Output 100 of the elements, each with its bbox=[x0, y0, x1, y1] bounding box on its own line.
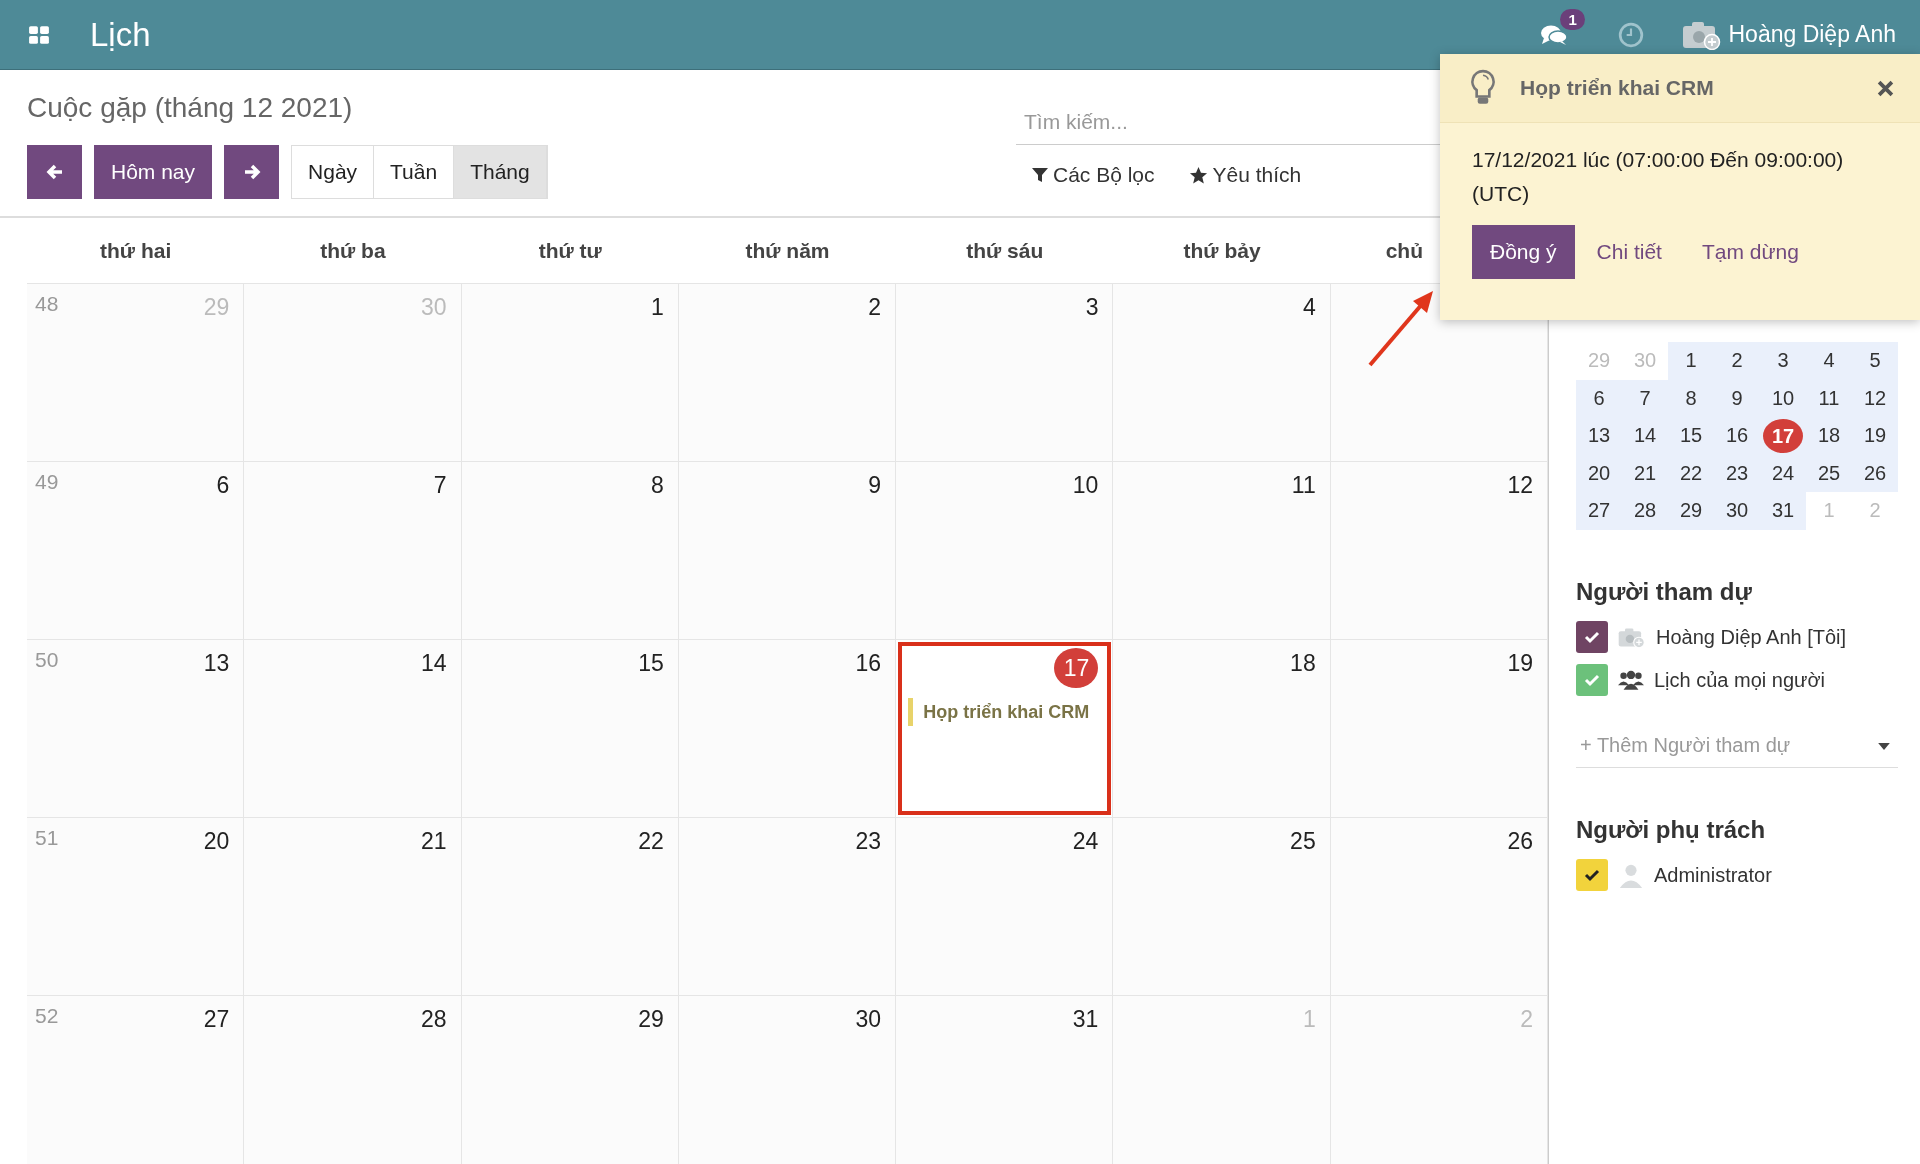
day-cell[interactable]: 1 bbox=[461, 284, 679, 461]
checkbox[interactable] bbox=[1576, 621, 1608, 653]
accept-button[interactable]: Đồng ý bbox=[1472, 225, 1575, 279]
week-number: 48 bbox=[35, 292, 59, 316]
mini-calendar-day[interactable]: 13 bbox=[1576, 417, 1622, 455]
camera-avatar-icon bbox=[1618, 626, 1646, 648]
mini-calendar-day[interactable]: 2 bbox=[1714, 342, 1760, 380]
day-cell[interactable]: 7 bbox=[244, 462, 462, 639]
day-number: 14 bbox=[420, 649, 447, 678]
add-attendee-field[interactable]: + Thêm Người tham dự bbox=[1576, 723, 1898, 768]
mini-calendar-day[interactable]: 15 bbox=[1668, 417, 1714, 455]
mini-calendar-day[interactable]: 11 bbox=[1806, 379, 1852, 417]
day-cell[interactable]: 8 bbox=[461, 462, 679, 639]
mini-calendar-day[interactable]: 20 bbox=[1576, 454, 1622, 492]
day-number: 23 bbox=[855, 827, 882, 856]
camera-avatar-icon[interactable] bbox=[1682, 19, 1723, 50]
day-number: 2 bbox=[868, 293, 882, 322]
checkbox[interactable] bbox=[1576, 664, 1608, 696]
checkbox[interactable] bbox=[1576, 859, 1608, 891]
mini-calendar-day[interactable]: 27 bbox=[1576, 492, 1622, 530]
mini-calendar-day[interactable]: 5 bbox=[1852, 342, 1898, 380]
day-number: 27 bbox=[203, 1005, 230, 1034]
day-cell[interactable]: 12 bbox=[1330, 462, 1548, 639]
mini-calendar-day[interactable]: 24 bbox=[1760, 454, 1806, 492]
funnel-icon bbox=[1032, 167, 1048, 183]
mini-calendar-day[interactable]: 29 bbox=[1668, 492, 1714, 530]
link-button[interactable]: Chi tiết bbox=[1578, 225, 1680, 279]
mini-calendar-day[interactable]: 19 bbox=[1852, 417, 1898, 455]
mini-calendar-day[interactable]: 23 bbox=[1714, 454, 1760, 492]
filter-menu-button[interactable]: Yêu thích bbox=[1188, 159, 1302, 191]
day-cell[interactable]: 22 bbox=[461, 818, 679, 995]
mini-calendar-day[interactable]: 17 bbox=[1760, 417, 1806, 455]
mini-calendar-day[interactable]: 9 bbox=[1714, 379, 1760, 417]
mini-calendar-day[interactable]: 30 bbox=[1714, 492, 1760, 530]
day-cell[interactable]: 31 bbox=[896, 996, 1114, 1164]
day-number: 2 bbox=[1520, 1005, 1533, 1034]
caret-icon bbox=[1878, 742, 1890, 750]
day-cell[interactable]: 26 bbox=[1330, 818, 1548, 995]
mini-calendar-day[interactable]: 18 bbox=[1806, 417, 1852, 455]
day-cell[interactable]: 30 bbox=[678, 996, 897, 1164]
day-number: 13 bbox=[203, 649, 230, 678]
mini-calendar-day[interactable]: 10 bbox=[1760, 379, 1806, 417]
mini-calendar-day[interactable]: 14 bbox=[1622, 417, 1668, 455]
day-number: 21 bbox=[420, 827, 447, 856]
day-cell[interactable]: 10 bbox=[896, 462, 1114, 639]
day-cell[interactable]: 49 6 bbox=[27, 462, 245, 639]
mini-calendar-day[interactable]: 28 bbox=[1622, 492, 1668, 530]
week-number: 49 bbox=[35, 470, 59, 494]
day-cell[interactable]: 24 bbox=[896, 818, 1114, 995]
day-cell[interactable]: 23 bbox=[678, 818, 897, 995]
mini-calendar-day[interactable]: 6 bbox=[1576, 379, 1622, 417]
link-button[interactable]: Tạm dừng bbox=[1683, 225, 1817, 279]
apps-menu-icon[interactable] bbox=[28, 23, 50, 46]
close-icon[interactable] bbox=[1877, 79, 1894, 97]
day-number: 29 bbox=[203, 293, 230, 322]
week-number: 51 bbox=[35, 826, 59, 850]
day-cell[interactable]: 25 bbox=[1113, 818, 1331, 995]
day-cell[interactable]: 4 bbox=[1113, 284, 1331, 461]
mini-calendar-day[interactable]: 25 bbox=[1806, 454, 1852, 492]
day-cell[interactable]: 50 13 bbox=[27, 640, 245, 817]
weekday-header: thứ tư bbox=[538, 238, 602, 262]
mini-calendar-day[interactable]: 12 bbox=[1852, 379, 1898, 417]
mini-calendar-day[interactable]: 22 bbox=[1668, 454, 1714, 492]
day-cell[interactable]: 16 bbox=[678, 640, 897, 817]
previous-button[interactable] bbox=[27, 145, 82, 199]
mini-calendar-day[interactable]: 3 bbox=[1760, 342, 1806, 380]
mini-calendar-day[interactable]: 26 bbox=[1852, 454, 1898, 492]
day-cell[interactable]: 29 bbox=[461, 996, 679, 1164]
mini-calendar-day[interactable]: 8 bbox=[1668, 379, 1714, 417]
day-cell[interactable]: 19 bbox=[1330, 640, 1548, 817]
page-title: Cuộc gặp (tháng 12 2021) bbox=[27, 92, 354, 124]
user-name[interactable]: Hoàng Diệp Anh bbox=[1728, 21, 1896, 48]
day-cell[interactable]: 18 bbox=[1113, 640, 1331, 817]
day-cell[interactable]: 14 bbox=[244, 640, 462, 817]
mini-calendar-day[interactable]: 21 bbox=[1622, 454, 1668, 492]
mini-calendar-day[interactable]: 7 bbox=[1622, 379, 1668, 417]
next-button[interactable] bbox=[224, 145, 280, 199]
filter-label: Hoàng Diệp Anh [Tôi] bbox=[1656, 625, 1847, 649]
day-cell[interactable]: 51 20 bbox=[27, 818, 245, 995]
day-cell[interactable]: 21 bbox=[244, 818, 462, 995]
day-cell[interactable]: 11 bbox=[1113, 462, 1331, 639]
mini-calendar-day[interactable]: 4 bbox=[1806, 342, 1852, 380]
day-cell[interactable]: 52 27 bbox=[27, 996, 245, 1164]
day-cell[interactable]: 3 bbox=[896, 284, 1114, 461]
day-number: 26 bbox=[1507, 827, 1533, 856]
day-cell[interactable]: 17 Họp triển khai CRM bbox=[896, 640, 1114, 817]
day-number: 22 bbox=[638, 827, 664, 856]
day-cell[interactable]: 9 bbox=[678, 462, 897, 639]
filter-label: Administrator bbox=[1654, 863, 1772, 887]
day-cell[interactable]: 28 bbox=[244, 996, 462, 1164]
mini-calendar-day[interactable]: 16 bbox=[1714, 417, 1760, 455]
view-tab[interactable]: Tháng bbox=[454, 146, 547, 198]
day-cell[interactable]: 2 bbox=[678, 284, 897, 461]
calendar-event[interactable]: Họp triển khai CRM bbox=[908, 698, 1099, 726]
mini-calendar-day[interactable]: 31 bbox=[1760, 492, 1806, 530]
filter-menu-button[interactable]: Các Bộ lọc bbox=[1032, 159, 1155, 191]
day-number: 1 bbox=[1302, 1005, 1316, 1034]
today-button[interactable]: Hôm nay bbox=[94, 145, 213, 199]
mini-calendar-day[interactable]: 1 bbox=[1668, 342, 1714, 380]
day-cell[interactable]: 15 bbox=[461, 640, 679, 817]
